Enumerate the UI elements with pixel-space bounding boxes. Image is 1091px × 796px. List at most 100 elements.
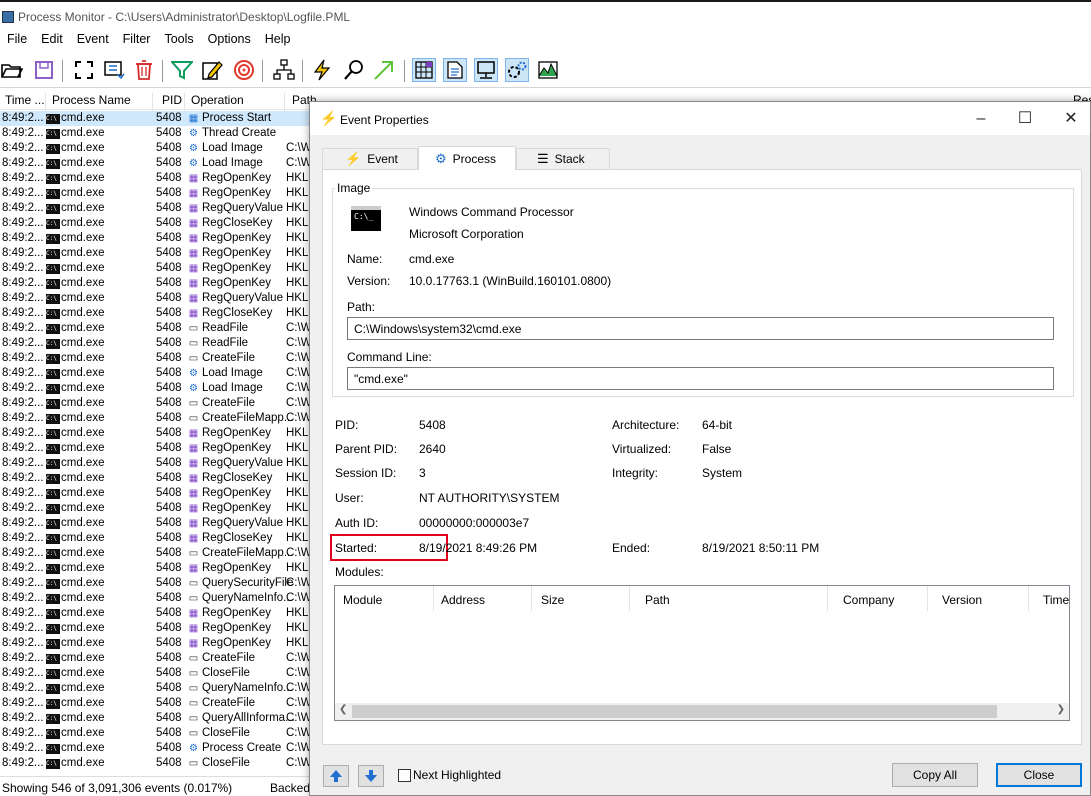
- table-row[interactable]: 8:49:2... C:\ cmd.exe 5408 ▭ QueryNameInfo...…: [0, 591, 310, 606]
- table-row[interactable]: 8:49:2... C:\ cmd.exe 5408 ▦ RegOpenKey HKLI: [0, 246, 310, 261]
- table-row[interactable]: 8:49:2... C:\ cmd.exe 5408 ⚙ Thread Create: [0, 126, 310, 141]
- menu-event[interactable]: Event: [70, 30, 116, 46]
- tab-process[interactable]: ⚙ Process: [418, 146, 516, 170]
- cmd-process-icon: C:\: [46, 219, 60, 229]
- minimize-button[interactable]: –: [967, 108, 995, 130]
- table-row[interactable]: 8:49:2... C:\ cmd.exe 5408 ▦ RegQueryValue HKL…: [0, 291, 310, 306]
- highlight-icon[interactable]: [200, 58, 224, 82]
- table-row[interactable]: 8:49:2... C:\ cmd.exe 5408 ⚙ Load Image C:\W: [0, 156, 310, 171]
- previous-highlight-button[interactable]: [323, 765, 349, 787]
- path-field[interactable]: C:\Windows\system32\cmd.exe: [347, 317, 1054, 340]
- table-row[interactable]: 8:49:2... C:\ cmd.exe 5408 ▭ QueryNameInfo...…: [0, 681, 310, 696]
- table-row[interactable]: 8:49:2... C:\ cmd.exe 5408 ▭ ReadFile C:\W: [0, 336, 310, 351]
- table-row[interactable]: 8:49:2... C:\ cmd.exe 5408 ⚙ Load Image C:\W: [0, 381, 310, 396]
- filesystem-activity-icon[interactable]: [443, 58, 467, 82]
- table-row[interactable]: 8:49:2... C:\ cmd.exe 5408 ▦ RegCloseKey HKLI: [0, 471, 310, 486]
- find-icon[interactable]: [342, 58, 366, 82]
- close-icon[interactable]: ✕: [1057, 108, 1085, 130]
- table-row[interactable]: 8:49:2... C:\ cmd.exe 5408 ▦ Process Start: [0, 111, 310, 126]
- col-size[interactable]: Size: [533, 586, 629, 611]
- table-row[interactable]: 8:49:2... C:\ cmd.exe 5408 ▦ RegCloseKey HKLI: [0, 216, 310, 231]
- table-row[interactable]: 8:49:2... C:\ cmd.exe 5408 ▦ RegOpenKey HKLI: [0, 606, 310, 621]
- maximize-button[interactable]: ☐: [1011, 108, 1039, 130]
- table-row[interactable]: 8:49:2... C:\ cmd.exe 5408 ▦ RegOpenKey HKLI: [0, 276, 310, 291]
- tab-event[interactable]: ⚡ Event: [322, 148, 418, 169]
- menu-help[interactable]: Help: [258, 30, 298, 46]
- next-highlighted-checkbox[interactable]: [398, 769, 411, 782]
- table-row[interactable]: 8:49:2... C:\ cmd.exe 5408 ▭ CloseFile C:\W: [0, 666, 310, 681]
- col-operation[interactable]: Operation: [191, 93, 244, 107]
- table-row[interactable]: 8:49:2... C:\ cmd.exe 5408 ▭ CreateFile C:\W: [0, 351, 310, 366]
- close-button[interactable]: Close: [996, 763, 1082, 787]
- tab-stack[interactable]: ☰ Stack: [516, 148, 610, 169]
- table-row[interactable]: 8:49:2... C:\ cmd.exe 5408 ▦ RegOpenKey HKLI: [0, 441, 310, 456]
- table-row[interactable]: 8:49:2... C:\ cmd.exe 5408 ▭ CreateFile C:\W: [0, 696, 310, 711]
- network-activity-icon[interactable]: [474, 58, 498, 82]
- table-row[interactable]: 8:49:2... C:\ cmd.exe 5408 ▦ RegOpenKey HKLI: [0, 561, 310, 576]
- table-row[interactable]: 8:49:2... C:\ cmd.exe 5408 ▦ RegOpenKey HKLI: [0, 186, 310, 201]
- table-row[interactable]: 8:49:2... C:\ cmd.exe 5408 ▦ RegOpenKey HKLI: [0, 171, 310, 186]
- menu-file[interactable]: File: [0, 30, 34, 46]
- event-properties-icon[interactable]: [310, 58, 334, 82]
- scroll-right-icon[interactable]: ❯: [1057, 704, 1065, 715]
- table-row[interactable]: 8:49:2... C:\ cmd.exe 5408 ▭ CreateFile C:\W: [0, 651, 310, 666]
- clear-icon[interactable]: [132, 58, 156, 82]
- table-row[interactable]: 8:49:2... C:\ cmd.exe 5408 ▦ RegOpenKey HKLI: [0, 231, 310, 246]
- col-module-path[interactable]: Path: [637, 586, 827, 611]
- time-cell: 8:49:2...: [2, 217, 44, 229]
- table-row[interactable]: 8:49:2... C:\ cmd.exe 5408 ▦ RegOpenKey HKLI: [0, 621, 310, 636]
- col-process-name[interactable]: Process Name: [52, 93, 131, 107]
- table-row[interactable]: 8:49:2... C:\ cmd.exe 5408 ▭ QueryAllInforma.…: [0, 711, 310, 726]
- col-version[interactable]: Version: [934, 586, 1024, 611]
- profiling-activity-icon[interactable]: [536, 58, 560, 82]
- col-pid[interactable]: PID: [162, 93, 182, 107]
- table-row[interactable]: 8:49:2... C:\ cmd.exe 5408 ⚙ Load Image C:\W: [0, 141, 310, 156]
- table-row[interactable]: 8:49:2... C:\ cmd.exe 5408 ⚙ Process Create C:…: [0, 741, 310, 756]
- col-address[interactable]: Address: [433, 586, 531, 611]
- jump-to-icon[interactable]: [372, 58, 396, 82]
- filter-icon[interactable]: [170, 58, 194, 82]
- table-row[interactable]: 8:49:2... C:\ cmd.exe 5408 ▦ RegCloseKey HKLI: [0, 531, 310, 546]
- col-time[interactable]: Time: [1035, 586, 1069, 611]
- table-row[interactable]: 8:49:2... C:\ cmd.exe 5408 ▦ RegOpenKey HKLI: [0, 261, 310, 276]
- col-module[interactable]: Module: [335, 586, 433, 611]
- table-row[interactable]: 8:49:2... C:\ cmd.exe 5408 ▦ RegQueryValue HKL…: [0, 456, 310, 471]
- menu-filter[interactable]: Filter: [116, 30, 158, 46]
- registry-activity-icon[interactable]: [412, 58, 436, 82]
- scroll-thumb[interactable]: [352, 705, 997, 718]
- table-row[interactable]: 8:49:2... C:\ cmd.exe 5408 ▭ CreateFile C:\W: [0, 396, 310, 411]
- pid-cell: 5408: [156, 322, 182, 334]
- menu-tools[interactable]: Tools: [157, 30, 200, 46]
- copy-all-button[interactable]: Copy All: [892, 763, 978, 787]
- autoscroll-icon[interactable]: [102, 58, 126, 82]
- table-row[interactable]: 8:49:2... C:\ cmd.exe 5408 ▦ RegOpenKey HKLI: [0, 426, 310, 441]
- next-highlighted-label[interactable]: Next Highlighted: [413, 768, 501, 782]
- table-row[interactable]: 8:49:2... C:\ cmd.exe 5408 ▦ RegOpenKey HKLI: [0, 501, 310, 516]
- col-time[interactable]: Time ...: [5, 93, 45, 107]
- table-row[interactable]: 8:49:2... C:\ cmd.exe 5408 ▭ CloseFile C:\W: [0, 726, 310, 741]
- table-row[interactable]: 8:49:2... C:\ cmd.exe 5408 ▦ RegOpenKey HKLI: [0, 636, 310, 651]
- table-row[interactable]: 8:49:2... C:\ cmd.exe 5408 ▭ CreateFileMapp..…: [0, 411, 310, 426]
- next-highlight-button[interactable]: [358, 765, 384, 787]
- table-row[interactable]: 8:49:2... C:\ cmd.exe 5408 ▭ CreateFileMapp..…: [0, 546, 310, 561]
- table-row[interactable]: 8:49:2... C:\ cmd.exe 5408 ▭ QuerySecurityFil…: [0, 576, 310, 591]
- table-row[interactable]: 8:49:2... C:\ cmd.exe 5408 ⚙ Load Image C:\W: [0, 366, 310, 381]
- table-row[interactable]: 8:49:2... C:\ cmd.exe 5408 ▦ RegCloseKey HKLI: [0, 306, 310, 321]
- process-tree-icon[interactable]: [272, 58, 296, 82]
- command-line-field[interactable]: "cmd.exe": [347, 367, 1054, 390]
- table-row[interactable]: 8:49:2... C:\ cmd.exe 5408 ▦ RegOpenKey HKLI: [0, 486, 310, 501]
- menu-edit[interactable]: Edit: [34, 30, 70, 46]
- table-row[interactable]: 8:49:2... C:\ cmd.exe 5408 ▦ RegQueryValue HKL…: [0, 201, 310, 216]
- modules-scrollbar[interactable]: ❮ ❯: [335, 703, 1069, 720]
- col-company[interactable]: Company: [835, 586, 925, 611]
- table-row[interactable]: 8:49:2... C:\ cmd.exe 5408 ▭ ReadFile C:\W: [0, 321, 310, 336]
- target-icon[interactable]: [232, 58, 256, 82]
- process-activity-icon[interactable]: [505, 58, 529, 82]
- open-folder-icon[interactable]: [0, 58, 24, 82]
- table-row[interactable]: 8:49:2... C:\ cmd.exe 5408 ▦ RegQueryValue HKL…: [0, 516, 310, 531]
- menu-options[interactable]: Options: [201, 30, 258, 46]
- scroll-left-icon[interactable]: ❮: [339, 704, 347, 715]
- save-icon[interactable]: [32, 58, 56, 82]
- table-row[interactable]: 8:49:2... C:\ cmd.exe 5408 ▭ CloseFile C:\W: [0, 756, 310, 771]
- capture-icon[interactable]: [72, 58, 96, 82]
